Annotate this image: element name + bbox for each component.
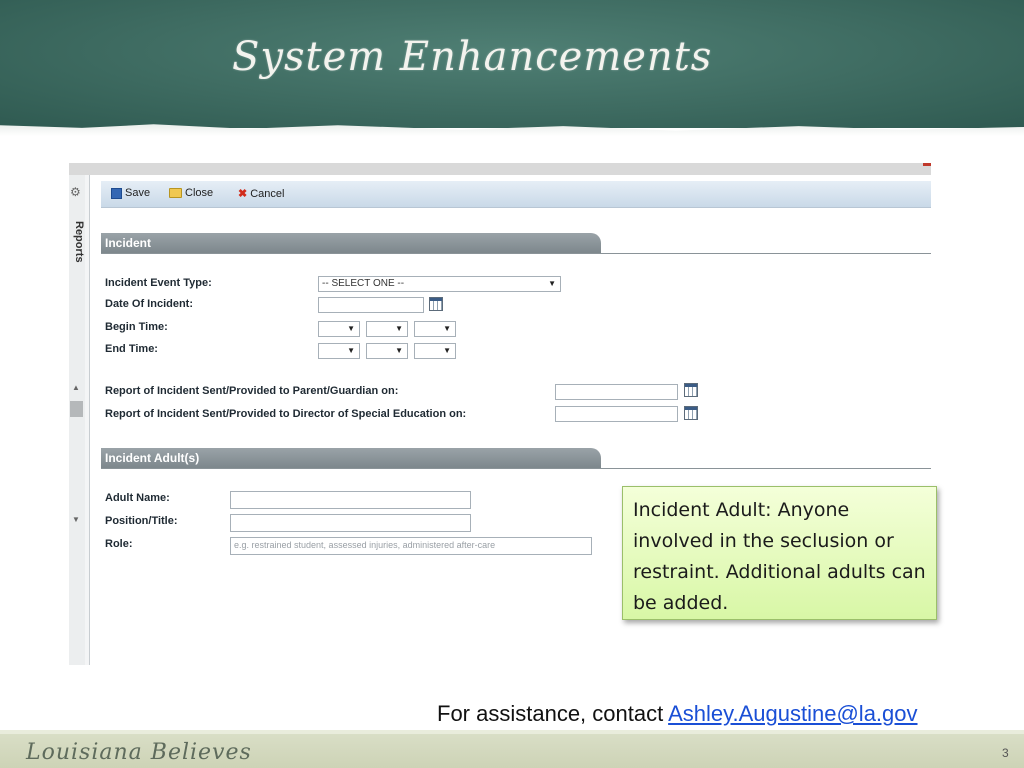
dropdown-arrow-icon: ▼ xyxy=(443,346,451,355)
dropdown-arrow-icon: ▼ xyxy=(395,346,403,355)
begin-ampm-select[interactable]: ▼ xyxy=(414,321,456,337)
gear-icon[interactable]: ⚙ xyxy=(70,185,81,199)
calendar-icon[interactable] xyxy=(429,297,443,311)
adult-name-label: Adult Name: xyxy=(105,492,170,504)
dropdown-arrow-icon: ▼ xyxy=(347,346,355,355)
cancel-button[interactable]: ✖ Cancel xyxy=(238,187,285,201)
scroll-down-icon[interactable]: ▼ xyxy=(72,515,80,524)
form-toolbar: Save Close ✖ Cancel xyxy=(101,181,931,208)
footer-brand: Louisiana Believes xyxy=(26,740,252,765)
scroll-up-icon[interactable]: ▲ xyxy=(72,383,80,392)
slide-title: System Enhancements xyxy=(232,34,713,80)
calendar-icon[interactable] xyxy=(684,406,698,420)
page-number: 3 xyxy=(1002,746,1009,760)
report-parent-date-input[interactable] xyxy=(555,384,678,400)
incident-section-header: Incident xyxy=(101,233,601,253)
dropdown-arrow-icon: ▼ xyxy=(548,279,556,288)
event-type-value: -- SELECT ONE -- xyxy=(322,278,405,289)
end-time-label: End Time: xyxy=(105,343,158,355)
incident-section-rule xyxy=(101,253,931,254)
panel-divider[interactable] xyxy=(85,175,90,665)
scrollbar-thumb[interactable] xyxy=(70,401,83,417)
reports-sidebar[interactable]: ⚙ Reports ▲ ▼ xyxy=(69,175,86,665)
cancel-x-icon: ✖ xyxy=(238,188,248,200)
close-button[interactable]: Close xyxy=(169,187,213,199)
reports-tab[interactable]: Reports xyxy=(73,221,85,263)
report-parent-label: Report of Incident Sent/Provided to Pare… xyxy=(105,385,399,397)
chalkboard-header: System Enhancements xyxy=(0,0,1024,128)
end-ampm-select[interactable]: ▼ xyxy=(414,343,456,359)
position-title-label: Position/Title: xyxy=(105,515,178,527)
save-icon xyxy=(111,187,122,199)
event-type-label: Incident Event Type: xyxy=(105,277,212,289)
report-director-date-input[interactable] xyxy=(555,406,678,422)
assistance-line: For assistance, contact Ashley.Augustine… xyxy=(437,701,918,727)
assistance-text: For assistance, contact xyxy=(437,701,669,726)
dropdown-arrow-icon: ▼ xyxy=(443,324,451,333)
dropdown-arrow-icon: ▼ xyxy=(395,324,403,333)
end-minute-select[interactable]: ▼ xyxy=(366,343,408,359)
calendar-icon[interactable] xyxy=(684,383,698,397)
date-of-incident-label: Date Of Incident: xyxy=(105,298,194,310)
begin-time-label: Begin Time: xyxy=(105,321,168,333)
end-hour-select[interactable]: ▼ xyxy=(318,343,360,359)
incident-adults-section-rule xyxy=(101,468,931,469)
save-label: Save xyxy=(125,187,151,199)
app-top-accent xyxy=(923,163,931,166)
position-title-input[interactable] xyxy=(230,514,471,532)
role-input[interactable]: e.g. restrained student, assessed injuri… xyxy=(230,537,592,555)
event-type-select[interactable]: -- SELECT ONE -- ▼ xyxy=(318,276,561,292)
role-label: Role: xyxy=(105,538,133,550)
folder-icon xyxy=(169,188,182,198)
date-of-incident-input[interactable] xyxy=(318,297,424,313)
begin-minute-select[interactable]: ▼ xyxy=(366,321,408,337)
close-label: Close xyxy=(185,187,214,199)
begin-hour-select[interactable]: ▼ xyxy=(318,321,360,337)
cancel-label: Cancel xyxy=(250,187,285,200)
report-director-label: Report of Incident Sent/Provided to Dire… xyxy=(105,408,467,420)
app-top-bar xyxy=(69,163,931,175)
dropdown-arrow-icon: ▼ xyxy=(347,324,355,333)
assistance-email-link[interactable]: Ashley.Augustine@la.gov xyxy=(668,701,917,726)
incident-adults-section-header: Incident Adult(s) xyxy=(101,448,601,468)
adult-name-input[interactable] xyxy=(230,491,471,509)
save-button[interactable]: Save xyxy=(111,187,150,199)
callout-note: Incident Adult: Anyone involved in the s… xyxy=(622,486,937,620)
